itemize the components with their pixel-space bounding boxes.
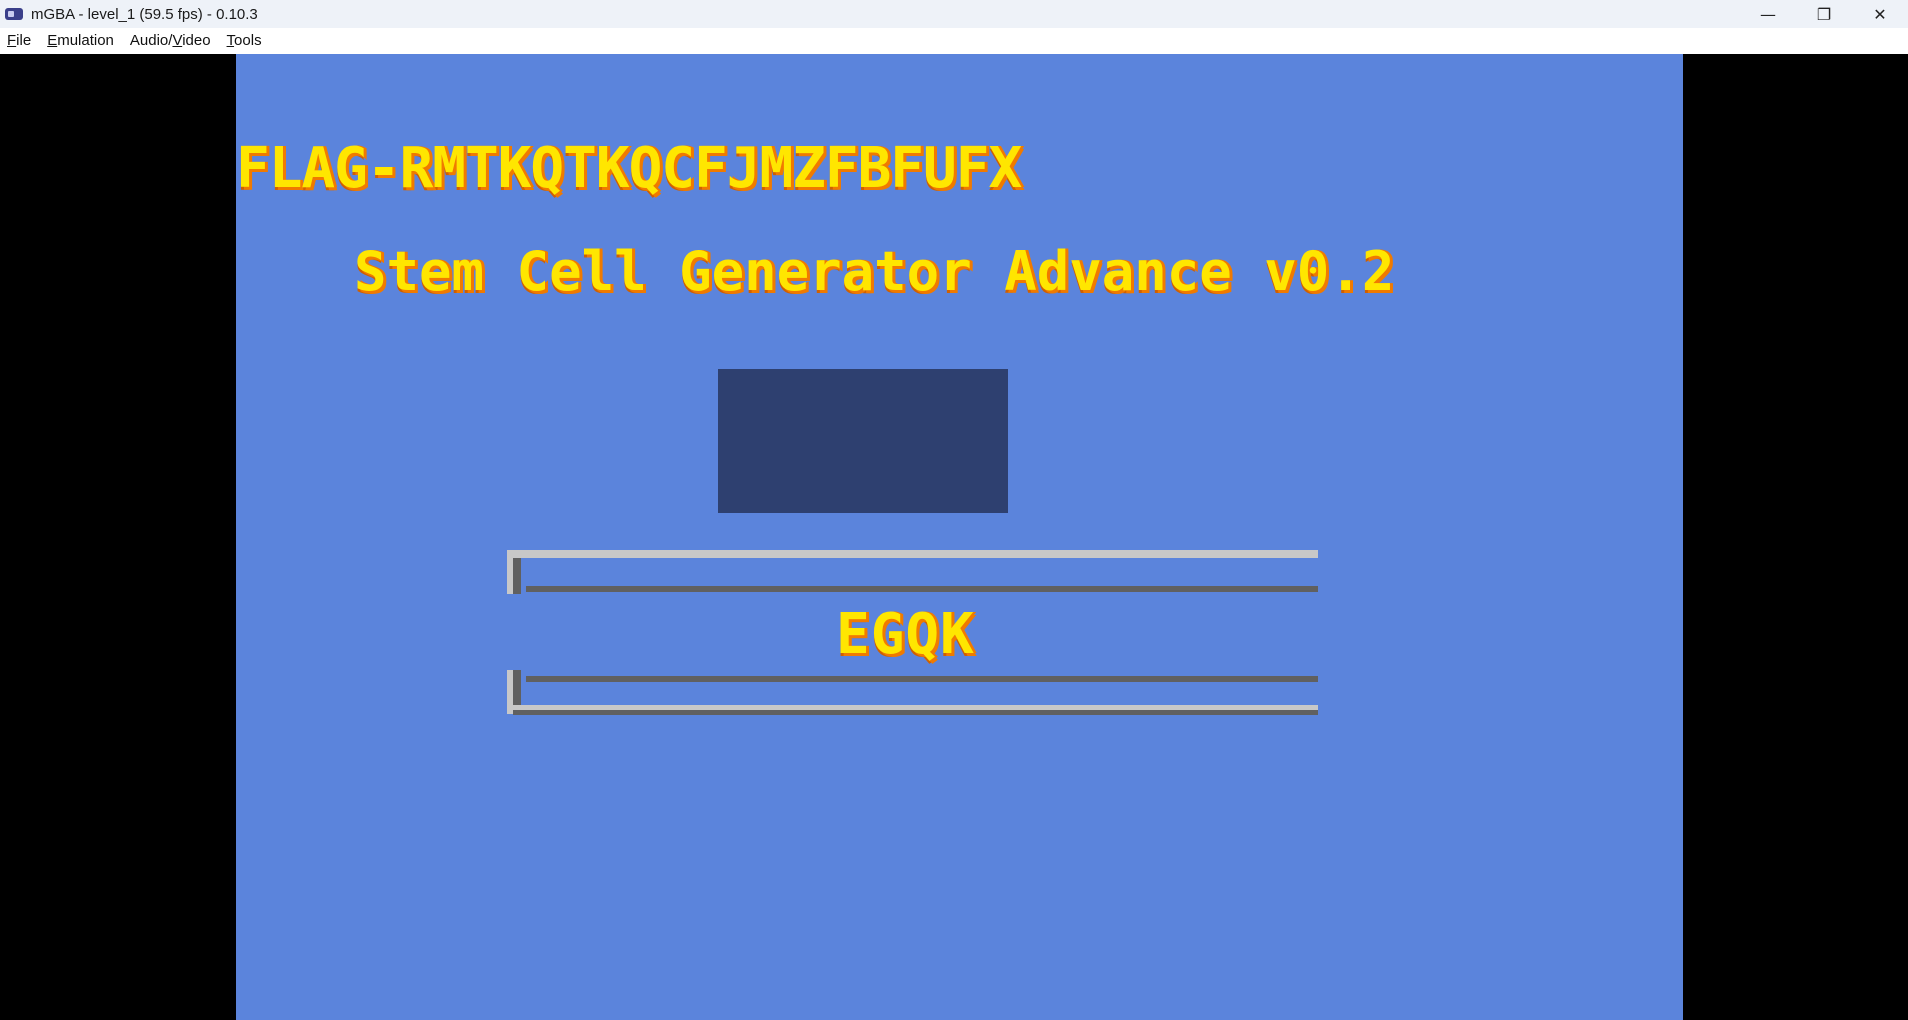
code-text: EGQK bbox=[836, 602, 975, 667]
frame-bottom-outer-shadow bbox=[513, 710, 1318, 715]
frame-top-shadow bbox=[526, 586, 1318, 592]
menu-emulation[interactable]: Emulation bbox=[39, 28, 122, 54]
window-controls: — ❐ ✕ bbox=[1740, 0, 1908, 28]
close-icon: ✕ bbox=[1873, 4, 1887, 24]
frame-bottom-shadow bbox=[526, 676, 1318, 682]
menu-audio-video[interactable]: Audio/Video bbox=[122, 28, 219, 54]
close-button[interactable]: ✕ bbox=[1852, 0, 1908, 28]
frame-top-left-shadow bbox=[513, 558, 521, 594]
minimize-icon: — bbox=[1760, 4, 1776, 24]
window-title: mGBA - level_1 (59.5 fps) - 0.10.3 bbox=[31, 5, 258, 23]
menu-bar: File Emulation Audio/Video Tools bbox=[0, 28, 1908, 54]
mgba-app-icon bbox=[5, 8, 23, 20]
menu-file[interactable]: File bbox=[0, 28, 39, 54]
game-title: Stem Cell Generator Advance v0.2 bbox=[354, 240, 1395, 303]
menu-tools[interactable]: Tools bbox=[219, 28, 270, 54]
emulator-viewport[interactable]: FLAG-RMTKQTKQCFJMZFBFUFX Stem Cell Gener… bbox=[0, 54, 1908, 1020]
title-bar: mGBA - level_1 (59.5 fps) - 0.10.3 — ❐ ✕ bbox=[0, 0, 1908, 28]
dark-panel bbox=[718, 369, 1008, 513]
minimize-button[interactable]: — bbox=[1740, 0, 1796, 28]
game-screen[interactable]: FLAG-RMTKQTKQCFJMZFBFUFX Stem Cell Gener… bbox=[236, 54, 1683, 1020]
restore-icon: ❐ bbox=[1816, 4, 1832, 24]
frame-bottom-left-shadow bbox=[513, 670, 521, 706]
flag-text: FLAG-RMTKQTKQCFJMZFBFUFX bbox=[236, 136, 1022, 201]
frame-top-highlight bbox=[507, 550, 1318, 558]
restore-button[interactable]: ❐ bbox=[1796, 0, 1852, 28]
